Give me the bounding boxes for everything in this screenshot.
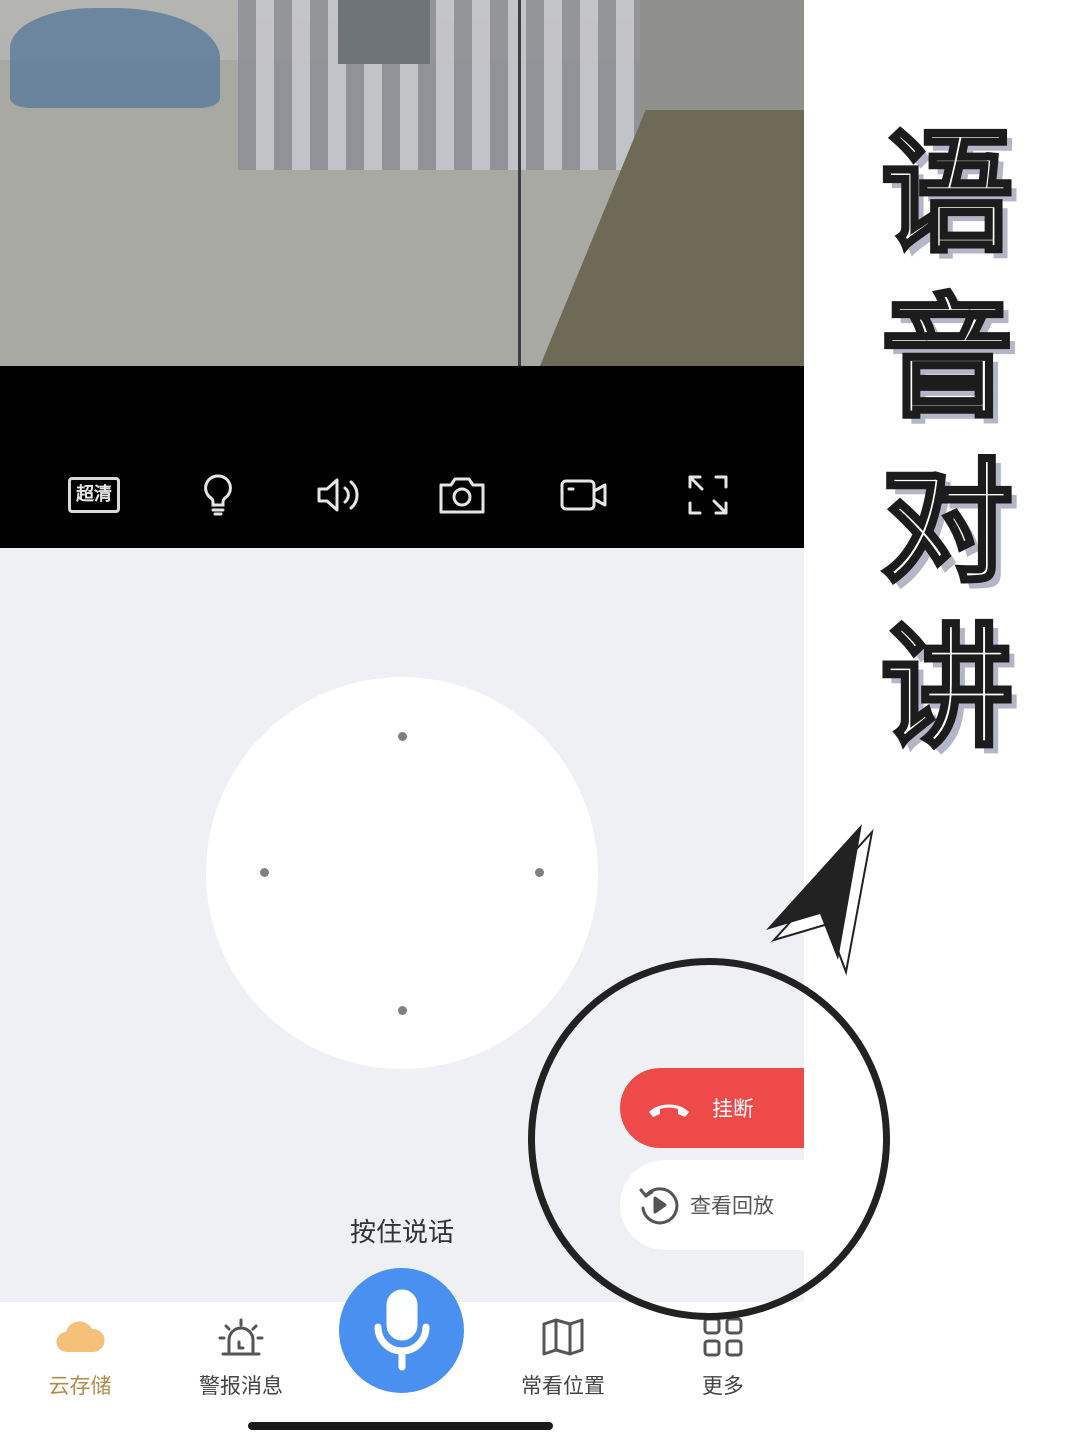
title-char: 对 xyxy=(879,445,1015,603)
voice-intercom-title: 语 音 对 讲 xyxy=(872,112,1022,772)
home-indicator xyxy=(248,1422,553,1430)
fullscreen-button[interactable] xyxy=(678,470,738,520)
pointer-arrow-icon xyxy=(766,824,874,976)
video-pile xyxy=(10,8,220,108)
map-icon xyxy=(542,1318,584,1356)
tab-cloud-storage-label: 云存储 xyxy=(48,1374,112,1398)
fullscreen-icon xyxy=(688,475,728,515)
microphone-icon xyxy=(374,1289,429,1370)
light-bulb-icon xyxy=(204,474,232,516)
push-to-talk-button[interactable] xyxy=(339,1268,464,1393)
ptz-down-dot[interactable] xyxy=(398,1006,407,1015)
speaker-button[interactable] xyxy=(310,470,370,520)
title-char: 讲 xyxy=(879,610,1015,768)
speaker-icon xyxy=(317,478,359,512)
title-char: 音 xyxy=(879,280,1015,438)
video-record-icon xyxy=(560,479,607,511)
tab-frequent-positions[interactable]: 常看位置 xyxy=(503,1312,623,1400)
tab-alarm-messages[interactable]: 警报消息 xyxy=(181,1312,301,1400)
ptz-left-dot[interactable] xyxy=(260,868,269,877)
camera-live-view[interactable] xyxy=(0,0,804,366)
ptz-direction-pad[interactable] xyxy=(206,677,598,1069)
hold-to-talk-hint: 按住说话 xyxy=(349,1218,454,1248)
video-rope xyxy=(518,0,521,366)
tab-frequent-positions-label: 常看位置 xyxy=(521,1374,605,1398)
tab-alarm-messages-label: 警报消息 xyxy=(199,1374,283,1398)
title-char: 语 xyxy=(879,115,1015,273)
record-button[interactable] xyxy=(554,470,614,520)
alarm-icon xyxy=(218,1318,264,1356)
control-bar xyxy=(0,366,804,548)
quality-button[interactable]: 超清 xyxy=(64,470,124,520)
quality-label: 超清 xyxy=(68,477,120,513)
grid-icon xyxy=(703,1317,743,1357)
video-wall xyxy=(238,0,658,170)
tab-cloud-storage[interactable]: 云存储 xyxy=(20,1312,140,1400)
cloud-icon xyxy=(56,1321,105,1353)
tab-more-label: 更多 xyxy=(702,1374,744,1398)
video-door xyxy=(338,0,430,64)
camera-icon xyxy=(439,477,485,514)
highlight-circle xyxy=(528,958,890,1320)
snapshot-button[interactable] xyxy=(432,470,492,520)
light-button[interactable] xyxy=(188,470,248,520)
ptz-up-dot[interactable] xyxy=(398,732,407,741)
ptz-right-dot[interactable] xyxy=(535,868,544,877)
tab-more[interactable]: 更多 xyxy=(663,1312,783,1400)
